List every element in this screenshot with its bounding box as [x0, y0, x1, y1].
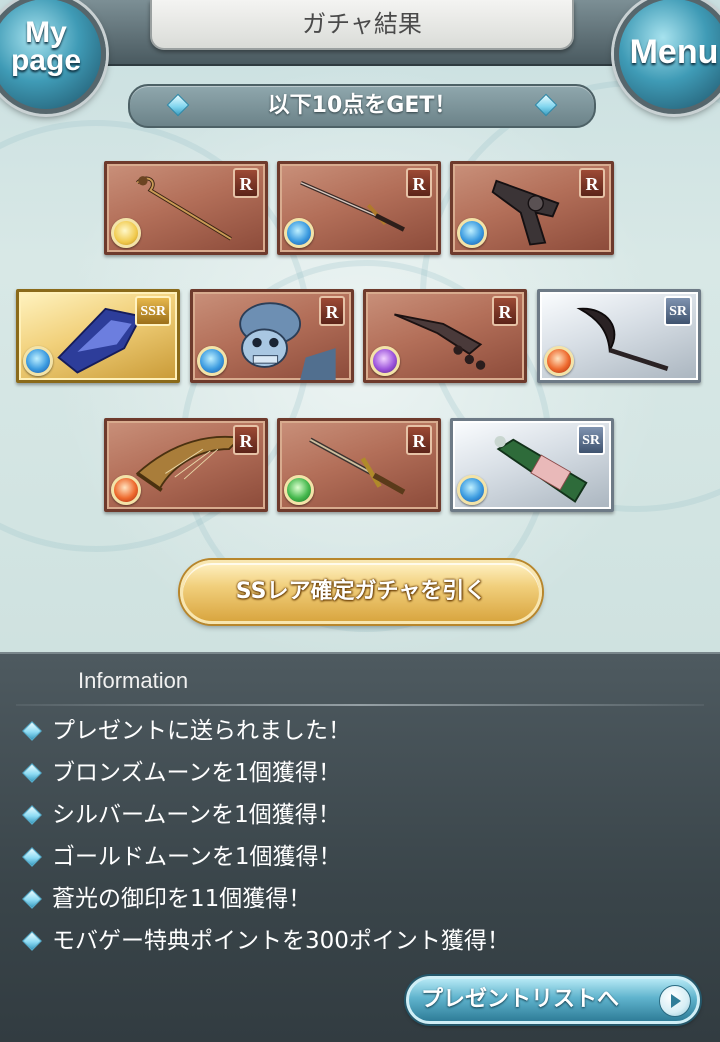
- item-card-crystal[interactable]: SSR: [16, 289, 180, 383]
- item-card-sword[interactable]: R: [277, 418, 441, 512]
- get-banner-text: 以下10点をGET！: [267, 93, 457, 118]
- get-banner: 以下10点をGET！: [128, 84, 596, 128]
- wind-element-icon: [284, 475, 314, 505]
- item-card-bottle[interactable]: SR: [450, 418, 614, 512]
- page-title: ガチャ結果: [150, 0, 574, 50]
- list-item: モバゲー特典ポイントを300ポイント獲得！: [20, 920, 510, 962]
- information-panel: Information プレゼントに送られました！ ブロンズムーンを1個獲得！ …: [0, 652, 720, 1042]
- water-element-icon: [457, 475, 487, 505]
- item-card-revolver[interactable]: R: [450, 161, 614, 255]
- mypage-label-line2: page: [10, 44, 82, 77]
- gem-bullet-icon: [22, 805, 42, 825]
- list-item: プレゼントに送られました！: [20, 710, 510, 752]
- gem-bullet-icon: [22, 889, 42, 909]
- information-list: プレゼントに送られました！ ブロンズムーンを1個獲得！ シルバームーンを1個獲得…: [20, 710, 510, 962]
- item-card-harp[interactable]: R: [104, 418, 268, 512]
- gem-bullet-icon: [22, 931, 42, 951]
- dark-element-icon: [370, 346, 400, 376]
- divider: [16, 704, 704, 706]
- gem-bullet-icon: [22, 847, 42, 867]
- water-element-icon: [457, 218, 487, 248]
- info-line: 蒼光の御印を11個獲得！: [52, 886, 312, 912]
- rarity-badge: SR: [664, 296, 692, 326]
- rarity-badge: R: [406, 168, 432, 198]
- fire-element-icon: [544, 346, 574, 376]
- item-card-scythe[interactable]: SR: [537, 289, 701, 383]
- present-list-button[interactable]: プレゼントリストへ: [406, 976, 700, 1024]
- list-item: ゴールドムーンを1個獲得！: [20, 836, 510, 878]
- list-item: ブロンズムーンを1個獲得！: [20, 752, 510, 794]
- mypage-label-line1: My: [25, 16, 67, 49]
- gem-icon: [166, 93, 190, 117]
- rarity-badge: SR: [577, 425, 605, 455]
- rarity-badge: R: [233, 168, 259, 198]
- rarity-badge: R: [579, 168, 605, 198]
- item-card-knuckle-blade[interactable]: R: [363, 289, 527, 383]
- water-element-icon: [284, 218, 314, 248]
- rarity-badge: R: [233, 425, 259, 455]
- water-element-icon: [23, 346, 53, 376]
- rarity-badge: R: [492, 296, 518, 326]
- arrow-right-icon: [659, 985, 691, 1017]
- item-card-staff[interactable]: R: [104, 161, 268, 255]
- light-element-icon: [111, 218, 141, 248]
- rarity-badge: R: [319, 296, 345, 326]
- info-line: ブロンズムーンを1個獲得！: [52, 760, 342, 786]
- item-card-dagger[interactable]: R: [277, 161, 441, 255]
- fire-element-icon: [111, 475, 141, 505]
- list-item: シルバームーンを1個獲得！: [20, 794, 510, 836]
- info-line: プレゼントに送られました！: [52, 718, 351, 744]
- gem-bullet-icon: [22, 721, 42, 741]
- gem-bullet-icon: [22, 763, 42, 783]
- info-line: シルバームーンを1個獲得！: [52, 802, 341, 828]
- info-line: ゴールドムーンを1個獲得！: [52, 844, 342, 870]
- list-item: 蒼光の御印を11個獲得！: [20, 878, 510, 920]
- gem-icon: [534, 93, 558, 117]
- water-element-icon: [197, 346, 227, 376]
- rarity-badge: R: [406, 425, 432, 455]
- present-list-label: プレゼントリストへ: [421, 987, 620, 1012]
- rarity-badge: SSR: [135, 296, 171, 326]
- ss-rare-gacha-button[interactable]: SSレア確定ガチャを引く: [180, 560, 542, 624]
- info-line: モバゲー特典ポイントを300ポイント獲得！: [52, 928, 510, 954]
- item-card-skeleton[interactable]: R: [190, 289, 354, 383]
- information-title: Information: [78, 668, 189, 693]
